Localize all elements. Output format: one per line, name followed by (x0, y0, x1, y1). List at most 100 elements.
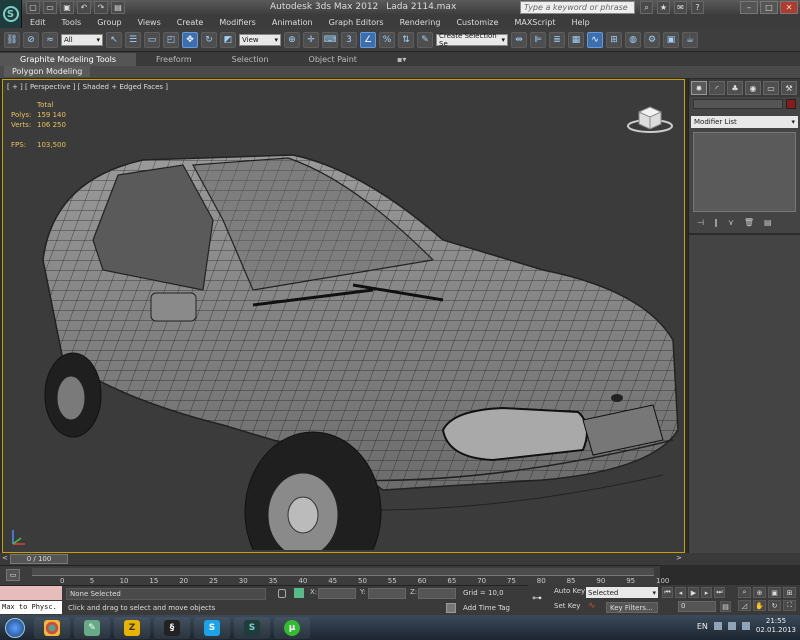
track-bar[interactable]: ▭ 0 5 10 15 20 25 30 35 40 45 50 55 60 65 70 75 80 85 90 95… (0, 565, 669, 585)
ribbon-tab-freeform[interactable]: Freeform (136, 55, 212, 64)
taskbar-utorrent[interactable]: µ (274, 616, 310, 639)
close-icon[interactable]: ✕ (780, 1, 798, 14)
network-icon[interactable] (727, 622, 736, 630)
material-editor-icon[interactable]: ◍ (625, 31, 641, 48)
object-color-swatch[interactable] (786, 99, 796, 109)
time-config-icon[interactable]: ▤ (720, 601, 731, 612)
zoom-all-icon[interactable]: ⊕ (753, 587, 766, 598)
current-frame-field[interactable]: 0 (678, 601, 716, 612)
show-end-result-icon[interactable]: ∥ (714, 218, 718, 227)
percent-snap-icon[interactable]: % (379, 31, 395, 48)
remove-modifier-icon[interactable]: 🗑 (744, 218, 754, 227)
set-keys-icon[interactable]: ∿ (588, 601, 596, 611)
edit-named-selection-icon[interactable]: ✎ (417, 31, 433, 48)
zoom-extents-all-icon[interactable]: ⊞ (783, 587, 796, 598)
undo-icon[interactable]: ↶ (77, 1, 91, 14)
set-key-button[interactable]: Set Key (554, 602, 580, 610)
x-coordinate-field[interactable] (318, 588, 356, 599)
save-icon[interactable]: ▣ (60, 1, 74, 14)
keyboard-shortcut-icon[interactable]: ⌨ (322, 31, 338, 48)
polygon-modeling-panel[interactable]: Polygon Modeling (4, 66, 91, 77)
viewcube-icon[interactable] (625, 102, 675, 134)
pivot-center-icon[interactable]: ⊕ (284, 31, 300, 48)
link-icon[interactable]: ⛓ (4, 31, 20, 48)
y-coordinate-field[interactable] (368, 588, 406, 599)
select-move-icon[interactable]: ✥ (182, 31, 198, 48)
communication-icon[interactable]: ✉ (674, 1, 687, 14)
time-tag-icon[interactable] (446, 603, 456, 613)
taskbar-steam[interactable]: § (154, 616, 190, 639)
selection-filter-dropdown[interactable]: All ▾ (61, 33, 103, 46)
select-rotate-icon[interactable]: ↻ (201, 31, 217, 48)
search-input[interactable]: Type a keyword or phrase (520, 1, 635, 14)
snaps-toggle-icon[interactable]: 3 (341, 31, 357, 48)
rendered-frame-icon[interactable]: ▣ (663, 31, 679, 48)
menu-item-graph-editors[interactable]: Graph Editors (321, 18, 392, 27)
motion-tab-icon[interactable]: ◉ (745, 81, 761, 95)
viewport-label[interactable]: [ + ] [ Perspective ] [ Shaded + Edged F… (7, 83, 168, 91)
language-indicator[interactable]: EN (697, 622, 708, 631)
layer-manager-icon[interactable]: ≣ (549, 31, 565, 48)
clock[interactable]: 21:55 02.01.2013 (756, 617, 796, 635)
window-crossing-icon[interactable]: ◰ (163, 31, 179, 48)
select-object-icon[interactable]: ↖ (106, 31, 122, 48)
menu-item-edit[interactable]: Edit (22, 18, 54, 27)
redo-icon[interactable]: ↷ (94, 1, 108, 14)
reference-coordinate-dropdown[interactable]: View ▾ (239, 33, 281, 46)
start-button[interactable] (0, 616, 30, 640)
angle-snap-icon[interactable]: ∠ (360, 31, 376, 48)
pin-stack-icon[interactable]: ⊣ (697, 218, 704, 227)
modifier-list-dropdown[interactable]: Modifier List ▾ (691, 116, 798, 128)
menu-item-rendering[interactable]: Rendering (392, 18, 449, 27)
spinner-snap-icon[interactable]: ⇅ (398, 31, 414, 48)
perspective-viewport[interactable]: [ + ] [ Perspective ] [ Shaded + Edged F… (2, 79, 685, 553)
minimize-icon[interactable]: – (740, 1, 758, 14)
ribbon-options-icon[interactable]: ▪▾ (377, 55, 426, 64)
zoom-extents-icon[interactable]: ▣ (768, 587, 781, 598)
time-slider-next-icon[interactable]: > (676, 554, 682, 562)
taskbar-chrome[interactable] (34, 616, 70, 639)
go-to-start-icon[interactable]: ⏮ (662, 587, 673, 598)
ribbon-tab-graphite-modeling-tools[interactable]: Graphite Modeling Tools (0, 52, 137, 66)
select-by-name-icon[interactable]: ☰ (125, 31, 141, 48)
project-folder-icon[interactable]: ▤ (111, 1, 125, 14)
app-menu-button[interactable]: S (0, 0, 22, 28)
maxscript-listener-input[interactable]: Max to Physc. (0, 601, 62, 614)
render-setup-icon[interactable]: ⚙ (644, 31, 660, 48)
schematic-view-icon[interactable]: ⊞ (606, 31, 622, 48)
menu-item-tools[interactable]: Tools (54, 18, 90, 27)
display-tab-icon[interactable]: ▭ (763, 81, 779, 95)
new-file-icon[interactable]: ▢ (26, 1, 40, 14)
render-production-icon[interactable]: ☕ (682, 31, 698, 48)
ribbon-tab-selection[interactable]: Selection (212, 55, 289, 64)
orbit-icon[interactable]: ↻ (768, 600, 781, 611)
go-to-end-icon[interactable]: ⏭ (714, 587, 725, 598)
car-model-wireframe[interactable] (23, 140, 683, 550)
next-frame-icon[interactable]: ▸ (701, 587, 712, 598)
taskbar-z-app[interactable]: Z (114, 616, 150, 639)
make-unique-icon[interactable]: ⋎ (728, 218, 734, 227)
modifier-stack[interactable] (693, 132, 796, 212)
maximize-icon[interactable]: □ (760, 1, 778, 14)
absolute-mode-icon[interactable] (294, 588, 304, 598)
bind-space-warp-icon[interactable]: ≈ (42, 31, 58, 48)
hierarchy-tab-icon[interactable]: ♣ (727, 81, 743, 95)
taskbar-3dsmax[interactable]: S (234, 616, 270, 639)
zoom-icon[interactable]: ⌕ (738, 587, 751, 598)
create-tab-icon[interactable]: ✹ (691, 81, 707, 95)
object-name-field[interactable] (693, 99, 783, 109)
menu-item-animation[interactable]: Animation (264, 18, 321, 27)
selection-lock-icon[interactable] (278, 589, 286, 598)
key-mode-icon[interactable]: ⊶ (532, 593, 542, 604)
menu-item-customize[interactable]: Customize (448, 18, 506, 27)
selected-dropdown[interactable]: Selected ▾ (586, 587, 658, 598)
menu-item-create[interactable]: Create (169, 18, 212, 27)
modify-tab-icon[interactable]: ◜ (709, 81, 725, 95)
add-time-tag[interactable]: Add Time Tag (463, 604, 510, 612)
select-manipulate-icon[interactable]: ✛ (303, 31, 319, 48)
configure-sets-icon[interactable]: ▤ (764, 218, 772, 227)
time-slider-thumb[interactable]: 0 / 100 (10, 554, 68, 564)
graphite-toggle-icon[interactable]: ▦ (568, 31, 584, 48)
menu-item-maxscript[interactable]: MAXScript (506, 18, 563, 27)
curve-editor-icon[interactable]: ∿ (587, 31, 603, 48)
